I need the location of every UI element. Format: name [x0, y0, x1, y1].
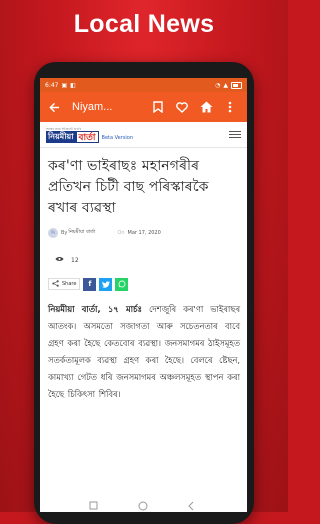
back-nav-icon[interactable] — [188, 501, 194, 511]
app-bar: Niyam... — [40, 92, 247, 122]
by-label: By — [61, 230, 68, 236]
status-time: 6:47 — [45, 81, 59, 89]
beta-label: Beta Version — [101, 135, 134, 141]
more-vert-icon[interactable] — [219, 96, 241, 118]
share-icon — [52, 279, 59, 289]
site-logo[interactable]: অসমৰ প্ৰথম ইন্টাৰনেট বাতৰি নিয়মীয়া বার… — [46, 127, 99, 143]
whatsapp-share-icon[interactable] — [115, 277, 129, 291]
status-bar: 6:47 ▣ ◧ ◔ ▲ — [40, 78, 247, 92]
notification-icon-2: ◧ — [70, 81, 76, 89]
bookmark-icon[interactable] — [147, 96, 169, 118]
heart-icon[interactable] — [171, 96, 193, 118]
share-button[interactable]: Share — [48, 278, 81, 290]
wifi-icon: ◔ — [215, 81, 221, 89]
on-label: On — [117, 230, 125, 236]
battery-icon — [231, 81, 242, 89]
author-avatar: নি — [48, 228, 58, 238]
views-counter: 12 — [48, 249, 240, 271]
promo-title: Local News — [73, 10, 215, 38]
article-headline: কৰ'ণা ভাইৰাছঃ মহানগৰীৰ প্ৰতিখন চিটী বাছ … — [48, 158, 209, 216]
app-bar-title: Niyam... — [72, 101, 113, 113]
notification-icon: ▣ — [61, 81, 68, 89]
logo-left: নিয়মীয়া — [46, 130, 76, 143]
share-label: Share — [62, 281, 77, 287]
hamburger-menu-icon[interactable] — [229, 131, 241, 138]
article-meta: নি By নিয়মীয়া বাৰ্তা On Mar 17, 2020 — [48, 225, 240, 241]
publish-date: Mar 17, 2020 — [127, 230, 161, 236]
article-dateline: নিয়মীয়া বাৰ্তা, ১৭ মাৰ্চঃ — [48, 304, 142, 314]
back-arrow-icon[interactable] — [46, 99, 62, 115]
home-nav-icon[interactable] — [138, 501, 148, 511]
eye-icon — [55, 256, 64, 264]
phone-screen: 6:47 ▣ ◧ ◔ ▲ Niyam... অসমৰ প্ৰথম ইন্টাৰন — [40, 78, 247, 512]
site-header: অসমৰ প্ৰথম ইন্টাৰনেট বাতৰি নিয়মীয়া বার… — [40, 122, 247, 148]
system-nav-bar — [89, 501, 194, 511]
article-body: নিয়মীয়া বাৰ্তা, ১৭ মাৰ্চঃ দেশজুৰি কৰ'ণ… — [48, 301, 240, 403]
article-body-text: দেশজুৰি কৰ'ণা ভাইৰাছৰ আতংক। অসমতো সজাগতা… — [48, 304, 240, 399]
author-name[interactable]: নিয়মীয়া বাৰ্তা — [68, 229, 95, 237]
recents-icon[interactable] — [89, 501, 98, 510]
home-icon[interactable] — [195, 96, 217, 118]
article: কৰ'ণা ভাইৰাছঃ মহানগৰীৰ প্ৰতিখন চিটী বাছ … — [40, 148, 247, 403]
facebook-share-icon[interactable]: f — [83, 277, 97, 291]
views-count: 12 — [71, 256, 79, 264]
twitter-share-icon[interactable] — [99, 277, 113, 291]
logo-right: বার্তা — [75, 130, 99, 143]
signal-icon: ▲ — [223, 81, 228, 89]
share-bar: Share f — [48, 277, 240, 291]
